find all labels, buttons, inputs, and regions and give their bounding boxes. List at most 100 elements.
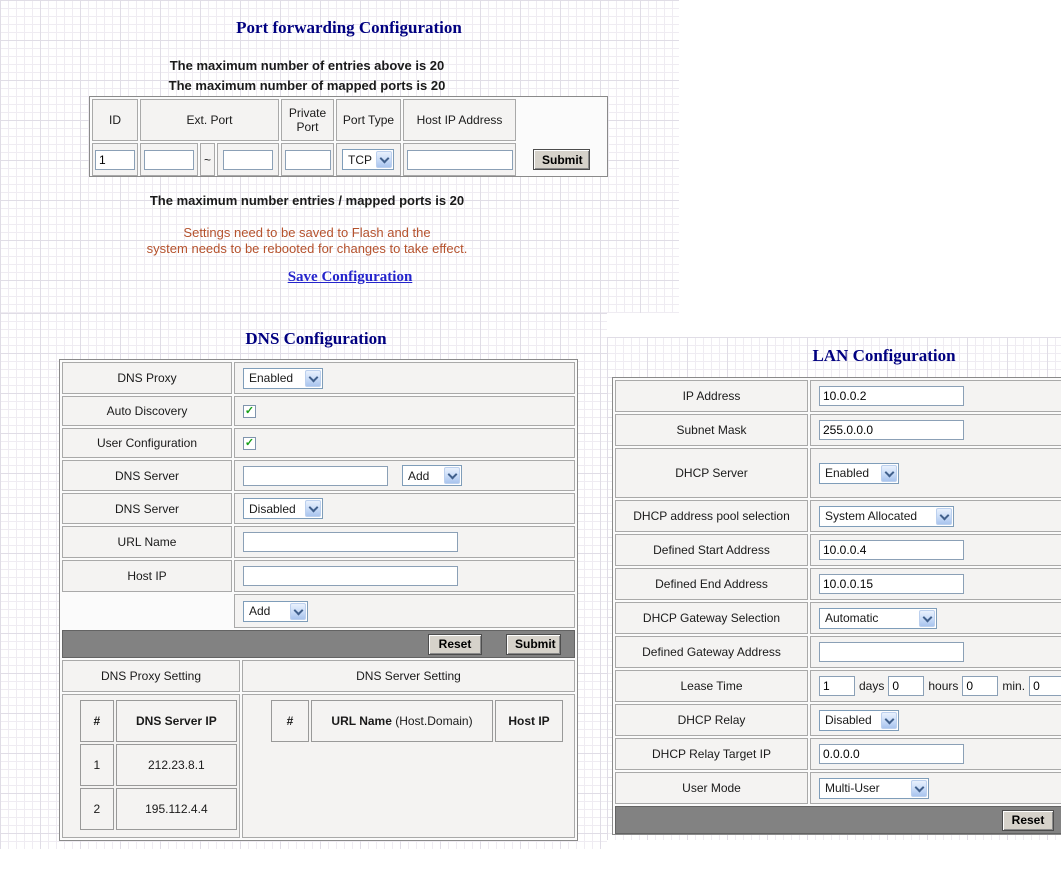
pf-ext-port-from-input[interactable] bbox=[144, 150, 194, 170]
dns-auto-discovery-checkbox[interactable]: ✓ bbox=[243, 405, 256, 418]
col-header-num: # bbox=[271, 700, 309, 742]
dns-button-bar: Reset Submit bbox=[62, 630, 575, 658]
lan-gateway-addr-control-cell bbox=[810, 636, 1061, 668]
dropdown-arrow-icon bbox=[305, 370, 321, 387]
lan-user-mode-label: User Mode bbox=[615, 772, 808, 804]
lan-gateway-sel-row: DHCP Gateway Selection Automatic bbox=[615, 602, 1061, 634]
lan-user-mode-row: User Mode Multi-User bbox=[615, 772, 1061, 804]
lan-mask-input[interactable] bbox=[819, 420, 964, 440]
dns-reset-button[interactable]: Reset bbox=[428, 634, 482, 655]
lease-days-text: days bbox=[859, 679, 884, 693]
lan-relay-control-cell: Disabled bbox=[810, 704, 1061, 736]
row-num: 1 bbox=[80, 744, 114, 786]
lan-pool-label: DHCP address pool selection bbox=[615, 500, 808, 532]
lease-min-text: min. bbox=[1002, 679, 1025, 693]
flash-warning-line2: system needs to be rebooted for changes … bbox=[147, 241, 468, 256]
table-header-row: # URL Name (Host.Domain) Host IP bbox=[271, 700, 563, 742]
pf-private-port-input[interactable] bbox=[285, 150, 331, 170]
dns-buttonbar-row: Reset Submit bbox=[62, 630, 575, 658]
lan-pool-value: System Allocated bbox=[825, 509, 917, 523]
dns-host-ip-input[interactable] bbox=[243, 566, 458, 586]
lan-lease-sec-input[interactable] bbox=[1029, 676, 1061, 696]
dns-user-config-label: User Configuration bbox=[62, 428, 232, 458]
lan-user-mode-select[interactable]: Multi-User bbox=[819, 778, 929, 799]
lease-hours-text: hours bbox=[928, 679, 958, 693]
lan-mask-control-cell bbox=[810, 414, 1061, 446]
pf-max-entries-note: The maximum number of entries above is 2… bbox=[170, 58, 445, 73]
lan-relay-ip-input[interactable] bbox=[819, 744, 964, 764]
col-header-url-name: URL Name (Host.Domain) bbox=[311, 700, 493, 742]
lan-gateway-addr-label: Defined Gateway Address bbox=[615, 636, 808, 668]
pf-ext-to-cell bbox=[217, 143, 279, 176]
lan-reset-button[interactable]: Reset bbox=[1002, 810, 1054, 831]
dropdown-arrow-icon bbox=[376, 151, 392, 168]
port-forwarding-title: Port forwarding Configuration bbox=[236, 18, 462, 38]
dns-host-ip-label: Host IP bbox=[62, 560, 232, 592]
dns-server-state-control-cell: Disabled bbox=[234, 493, 575, 524]
lan-ip-input[interactable] bbox=[819, 386, 964, 406]
lan-pool-select[interactable]: System Allocated bbox=[819, 506, 954, 527]
pf-port-type-value: TCP bbox=[348, 153, 372, 167]
dns-submit-button[interactable]: Submit bbox=[506, 634, 561, 655]
table-header-row: # DNS Server IP bbox=[80, 700, 237, 742]
dns-server-state-row: DNS Server Disabled bbox=[62, 493, 575, 524]
dns-server-input[interactable] bbox=[243, 466, 388, 486]
dns-url-name-row: URL Name bbox=[62, 526, 575, 558]
lan-lease-days-input[interactable] bbox=[819, 676, 855, 696]
pf-max-combined-note: The maximum number entries / mapped port… bbox=[150, 193, 464, 208]
lan-lease-control-cell: days hours min. bbox=[810, 670, 1061, 702]
pf-id-input[interactable] bbox=[95, 150, 135, 170]
dns-proxy-value: Enabled bbox=[249, 371, 293, 385]
dns-action-select[interactable]: Add bbox=[243, 601, 308, 622]
dns-server-action-select[interactable]: Add bbox=[402, 465, 462, 486]
dropdown-arrow-icon bbox=[911, 780, 927, 797]
save-configuration-link[interactable]: Save Configuration bbox=[288, 269, 413, 286]
col-header-dns-server-ip: DNS Server IP bbox=[116, 700, 237, 742]
dns-proxy-row: DNS Proxy Enabled bbox=[62, 362, 575, 394]
dropdown-arrow-icon bbox=[305, 500, 321, 517]
dns-url-name-input[interactable] bbox=[243, 532, 458, 552]
dns-server-add-row: DNS Server Add bbox=[62, 460, 575, 491]
dns-server-state-value: Disabled bbox=[249, 502, 296, 516]
dropdown-arrow-icon bbox=[290, 603, 306, 620]
table-row: 2 195.112.4.4 bbox=[80, 788, 237, 830]
lan-start-addr-input[interactable] bbox=[819, 540, 964, 560]
pf-host-ip-input[interactable] bbox=[407, 150, 513, 170]
dns-auto-discovery-control-cell: ✓ bbox=[234, 396, 575, 426]
lan-relay-select[interactable]: Disabled bbox=[819, 710, 899, 731]
pf-port-type-select[interactable]: TCP bbox=[342, 149, 394, 170]
lan-lease-min-input[interactable] bbox=[962, 676, 998, 696]
lan-start-addr-row: Defined Start Address bbox=[615, 534, 1061, 566]
lan-end-addr-input[interactable] bbox=[819, 574, 964, 594]
dns-proxy-setting-table: # DNS Server IP 1 212.23.8.1 2 195.112.4… bbox=[78, 698, 239, 832]
dns-title: DNS Configuration bbox=[245, 329, 386, 349]
port-forwarding-table: ID Ext. Port Private Port Port Type Host… bbox=[89, 96, 608, 177]
lan-lease-hours-input[interactable] bbox=[888, 676, 924, 696]
lan-gateway-addr-input[interactable] bbox=[819, 642, 964, 662]
pf-header-row: ID Ext. Port Private Port Port Type Host… bbox=[92, 99, 605, 141]
lan-gateway-sel-label: DHCP Gateway Selection bbox=[615, 602, 808, 634]
pf-id-cell bbox=[92, 143, 138, 176]
lan-pool-control-cell: System Allocated bbox=[810, 500, 1061, 532]
dns-setting-content-row: # DNS Server IP 1 212.23.8.1 2 195.112.4… bbox=[62, 694, 575, 838]
dns-user-config-checkbox[interactable]: ✓ bbox=[243, 437, 256, 450]
pf-submit-button[interactable]: Submit bbox=[533, 149, 590, 170]
dropdown-arrow-icon bbox=[936, 508, 952, 525]
lan-end-addr-row: Defined End Address bbox=[615, 568, 1061, 600]
table-row: 1 212.23.8.1 bbox=[80, 744, 237, 786]
pf-ext-port-to-input[interactable] bbox=[223, 150, 273, 170]
lan-gateway-addr-row: Defined Gateway Address bbox=[615, 636, 1061, 668]
flash-warning-line1: Settings need to be saved to Flash and t… bbox=[183, 225, 430, 240]
lan-dhcp-server-select[interactable]: Enabled bbox=[819, 463, 899, 484]
dns-auto-discovery-label: Auto Discovery bbox=[62, 396, 232, 426]
lan-pool-row: DHCP address pool selection System Alloc… bbox=[615, 500, 1061, 532]
pf-private-port-cell bbox=[281, 143, 334, 176]
lan-relay-ip-label: DHCP Relay Target IP bbox=[615, 738, 808, 770]
lan-end-addr-label: Defined End Address bbox=[615, 568, 808, 600]
dns-proxy-select[interactable]: Enabled bbox=[243, 368, 323, 389]
dropdown-arrow-icon bbox=[919, 610, 935, 627]
lan-lease-label: Lease Time bbox=[615, 670, 808, 702]
dns-server-state-select[interactable]: Disabled bbox=[243, 498, 323, 519]
dropdown-arrow-icon bbox=[444, 467, 460, 484]
lan-gateway-sel-select[interactable]: Automatic bbox=[819, 608, 937, 629]
